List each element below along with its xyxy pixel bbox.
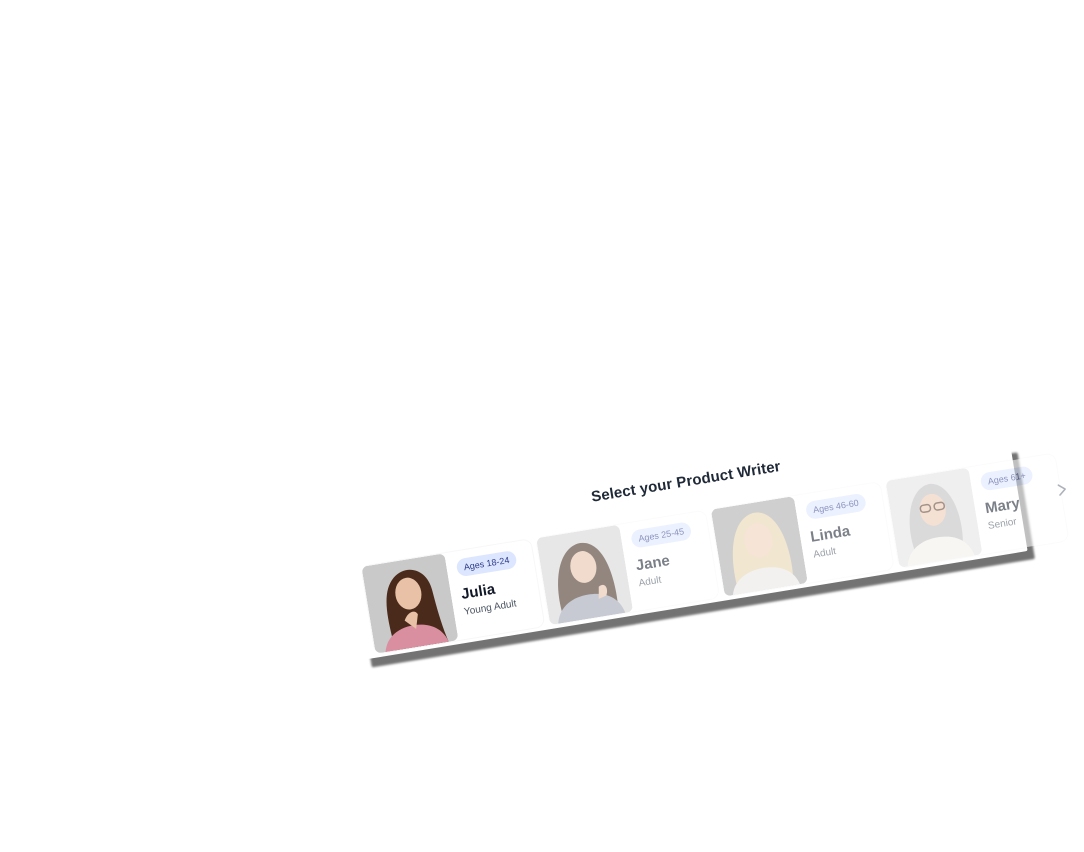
writer-card-mary[interactable]: Ages 61+ Mary Senior: [885, 453, 1069, 568]
writer-info-julia: Ages 18-24 Julia Young Adult: [444, 542, 524, 619]
writer-role: Senior: [987, 516, 1018, 532]
age-badge: Ages 18-24: [455, 549, 518, 578]
age-badge: Ages 25-45: [630, 521, 693, 549]
writer-card-julia[interactable]: Ages 18-24 Julia Young Adult: [361, 539, 545, 654]
writer-info-mary: Ages 61+ Mary Senior: [968, 457, 1040, 533]
writer-name: Julia: [459, 580, 497, 603]
writer-photo-julia: [361, 553, 459, 654]
page-canvas: Select your Product Writer Ages 18-24 Ju…: [0, 0, 1084, 852]
age-badge: Ages 61+: [979, 465, 1035, 492]
writer-role: Adult: [812, 546, 837, 561]
writer-card-linda[interactable]: Ages 46-60 Linda Adult: [710, 482, 894, 597]
writer-photo-mary: [885, 467, 983, 568]
writer-role: Adult: [637, 574, 663, 590]
writer-info-jane: Ages 25-45 Jane Adult: [619, 513, 699, 590]
writer-picker: Select your Product Writer Ages 18-24 Ju…: [347, 444, 1069, 660]
writer-name: Jane: [634, 552, 672, 575]
age-badge: Ages 46-60: [804, 492, 867, 521]
writer-photo-linda: [710, 496, 808, 597]
writer-info-linda: Ages 46-60 Linda Adult: [794, 485, 874, 562]
writer-card-jane[interactable]: Ages 25-45 Jane Adult: [536, 510, 720, 626]
chevron-right-icon[interactable]: [1055, 482, 1069, 498]
writer-name: Linda: [809, 522, 852, 546]
writer-photo-jane: [536, 524, 634, 626]
writer-name: Mary: [983, 494, 1022, 518]
